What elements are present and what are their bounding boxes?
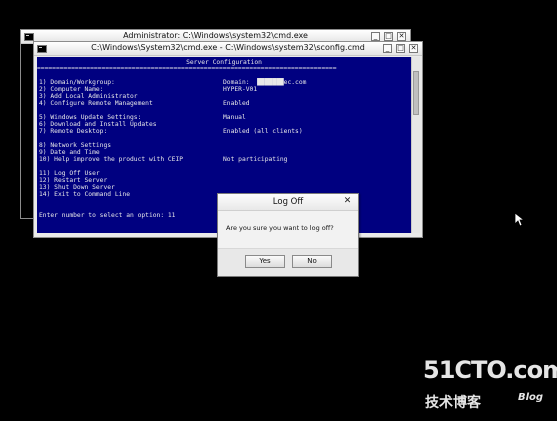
cmd-window-background-title: Administrator: C:\Windows\system32\cmd.e… bbox=[123, 31, 308, 40]
menu-item-label: 4) Configure Remote Management bbox=[39, 100, 153, 107]
close-button[interactable]: ✕ bbox=[409, 44, 418, 53]
menu-item-value: Manual bbox=[223, 114, 246, 121]
watermark-logo: 51CTO.com 技术博客 Blog bbox=[423, 356, 557, 416]
sconfig-window-titlebar[interactable]: C:\Windows\System32\cmd.exe - C:\Windows… bbox=[34, 42, 422, 56]
dialog-button-bar: Yes No bbox=[218, 248, 358, 276]
vertical-scrollbar[interactable] bbox=[411, 57, 420, 233]
menu-item-value: Not participating bbox=[223, 156, 288, 163]
maximize-button[interactable]: □ bbox=[396, 44, 405, 53]
yes-button[interactable]: Yes bbox=[245, 255, 285, 268]
minimize-button[interactable]: _ bbox=[383, 44, 392, 53]
menu-item-value: Enabled (all clients) bbox=[223, 128, 303, 135]
dialog-message: Are you sure you want to log off? bbox=[226, 224, 334, 232]
menu-item-value: Enabled bbox=[223, 100, 250, 107]
menu-item-label: 10) Help improve the product with CEIP bbox=[39, 156, 184, 163]
close-button[interactable]: ✕ bbox=[397, 32, 406, 41]
menu-item-label: 7) Remote Desktop: bbox=[39, 128, 108, 135]
mouse-pointer-icon bbox=[515, 213, 525, 227]
dialog-title: Log Off bbox=[218, 194, 358, 211]
no-button[interactable]: No bbox=[292, 255, 332, 268]
log-off-dialog[interactable]: Log Off ✕ Are you sure you want to log o… bbox=[217, 193, 359, 277]
scrollbar-thumb[interactable] bbox=[413, 71, 419, 115]
sconfig-window-title: C:\Windows\System32\cmd.exe - C:\Windows… bbox=[91, 43, 365, 52]
minimize-button[interactable]: _ bbox=[371, 32, 380, 41]
maximize-button[interactable]: □ bbox=[384, 32, 393, 41]
watermark-sub-text: 技术博客 bbox=[425, 395, 481, 411]
console-prompt[interactable]: Enter number to select an option: 11 bbox=[39, 212, 175, 219]
watermark-main-text: 51CTO.com bbox=[423, 356, 557, 384]
menu-item-label: 14) Exit to Command Line bbox=[39, 191, 130, 198]
console-rule: ========================================… bbox=[37, 65, 337, 72]
watermark-blog-text: Blog bbox=[518, 392, 544, 403]
close-icon[interactable]: ✕ bbox=[342, 196, 353, 207]
menu-item-value: HYPER-V01 bbox=[223, 86, 258, 93]
